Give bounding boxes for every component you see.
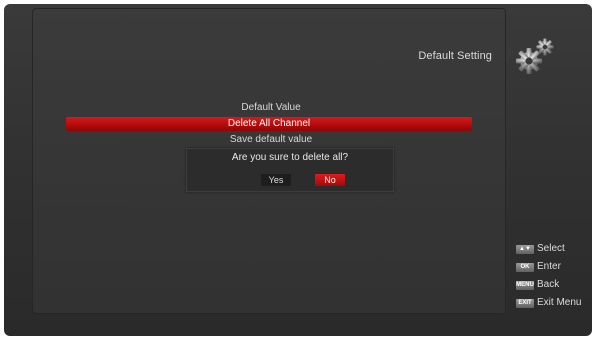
menu-item-label: Delete All Channel [227,118,311,129]
confirm-dialog: Are you sure to delete all? Yes No [186,148,394,192]
menu-item-default-value[interactable]: Default Value [70,101,472,115]
dialog-message: Are you sure to delete all? [231,152,349,163]
no-button[interactable]: No [315,174,345,186]
legend-label: Exit Menu [537,297,582,308]
legend-select: ▲▼ Select [516,242,565,256]
menu-key-icon: MENU [516,280,534,290]
ok-key-icon: OK [516,262,534,272]
menu-item-save-default-value[interactable]: Save default value [70,133,472,147]
legend-exit: EXIT Exit Menu [516,296,581,310]
legend-label: Enter [537,261,561,272]
exit-key-icon: EXIT [516,298,534,308]
yes-button[interactable]: Yes [261,174,291,186]
legend-back: MENU Back [516,278,559,292]
legend-label: Select [537,243,565,254]
menu-item-label: Save default value [229,134,313,145]
tv-screen: Default Setting Default Value Delete All… [4,4,592,336]
menu-item-label: Default Value [241,102,301,113]
legend-label: Back [537,279,560,290]
legend-enter: OK Enter [516,260,561,274]
menu-item-delete-all-channel[interactable]: Delete All Channel [66,117,472,131]
gear-icon [516,38,554,74]
page-title: Default Setting [418,50,492,62]
updown-key-icon: ▲▼ [516,244,534,254]
